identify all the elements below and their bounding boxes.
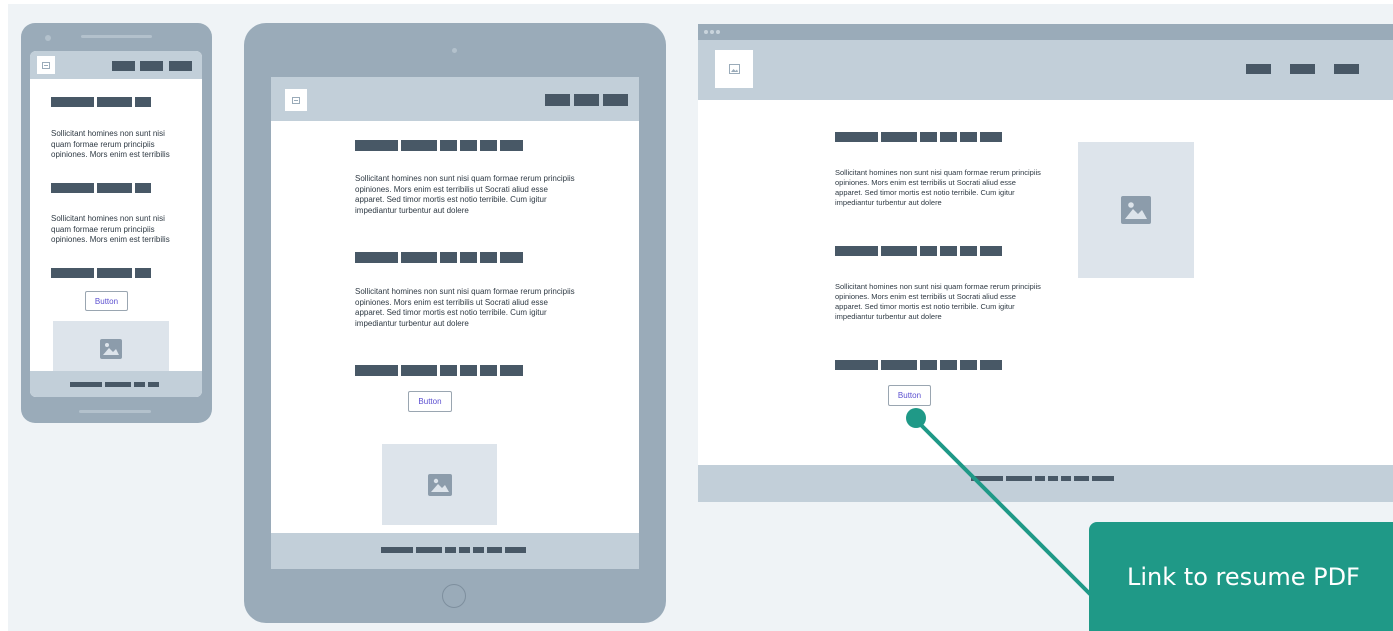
callout-text: Link to resume PDF (1127, 562, 1360, 591)
callout-dot-icon (906, 408, 926, 428)
callout-line (914, 418, 1092, 596)
callout-box: Link to resume PDF (1089, 522, 1393, 631)
